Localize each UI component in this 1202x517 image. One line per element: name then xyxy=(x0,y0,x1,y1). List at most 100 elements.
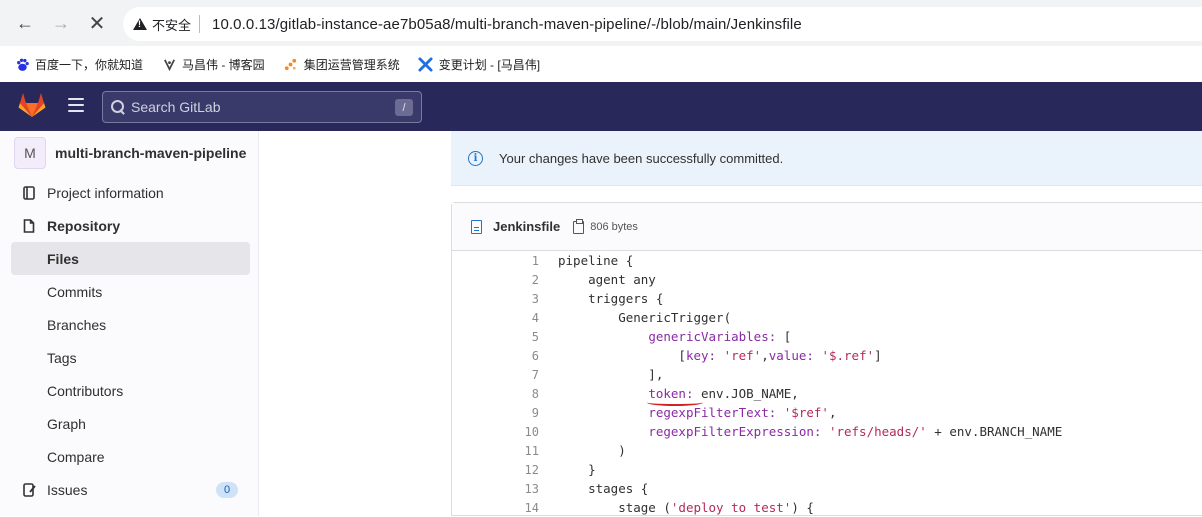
line-number[interactable]: 6 xyxy=(452,349,539,363)
line-number[interactable]: 10 xyxy=(452,425,539,439)
address-bar[interactable]: 不安全 10.0.0.13/gitlab-instance-ae7b05a8/m… xyxy=(123,7,1202,41)
sidebar-item-label: Issues xyxy=(47,481,88,498)
sidebar-item-branches[interactable]: Branches xyxy=(11,308,250,341)
code-line: 1 pipeline { xyxy=(452,251,1202,270)
line-number[interactable]: 9 xyxy=(452,406,539,420)
code-line: 13 stages { xyxy=(452,479,1202,498)
sidebar-item-repository[interactable]: Repository xyxy=(11,209,250,242)
security-label: 不安全 xyxy=(152,17,192,33)
code-text: } xyxy=(558,462,596,477)
gitlab-header: Search GitLab / xyxy=(0,82,1202,131)
sidebar-item-files[interactable]: Files xyxy=(11,242,250,275)
sidebar-item-label: Graph xyxy=(47,415,86,432)
bookmark-cnblogs[interactable]: 马昌伟 - 博客园 xyxy=(161,56,265,73)
doc-icon xyxy=(11,218,47,233)
code-line: 2 agent any xyxy=(452,270,1202,289)
copy-icon[interactable] xyxy=(572,219,586,234)
code-text: genericVariables: [ xyxy=(648,329,792,344)
file-viewer: Jenkinsfile 806 bytes 1 pipeline { 2 agen… xyxy=(451,202,1202,516)
warning-triangle-icon xyxy=(133,18,147,30)
sidebar-item-label: Compare xyxy=(47,448,105,465)
line-number[interactable]: 5 xyxy=(452,330,539,344)
line-number[interactable]: 8 xyxy=(452,387,539,401)
url-divider xyxy=(199,15,201,33)
project-avatar: M xyxy=(14,137,46,169)
info-icon: i xyxy=(468,150,483,166)
line-number[interactable]: 11 xyxy=(452,444,539,458)
sidebar-item-tags[interactable]: Tags xyxy=(11,341,250,374)
line-number[interactable]: 3 xyxy=(452,292,539,306)
cnblogs-icon xyxy=(161,56,177,72)
menu-icon[interactable] xyxy=(68,98,84,112)
browser-toolbar: ← → ✕ 不安全 10.0.0.13/gitlab-instance-ae7b… xyxy=(0,0,1202,46)
issues-icon xyxy=(11,482,47,497)
bookmark-label: 百度一下，你就知道 xyxy=(35,57,144,72)
code-text: pipeline { xyxy=(558,253,634,268)
dots-logo-icon xyxy=(283,56,299,72)
stop-loading-icon[interactable]: ✕ xyxy=(82,8,112,38)
commit-success-alert: i Your changes have been successfully co… xyxy=(451,131,1202,186)
search-shortcut-hint: / xyxy=(395,99,413,116)
code-text: [key: 'ref',value: '$.ref'] xyxy=(558,348,882,363)
bookmark-change-plan[interactable]: 变更计划 - [马昌伟] xyxy=(418,56,540,73)
forward-arrow-icon[interactable]: → xyxy=(46,8,76,38)
line-number[interactable]: 14 xyxy=(452,501,539,515)
file-size: 806 bytes xyxy=(590,220,638,233)
file-icon xyxy=(471,219,482,234)
sidebar-item-label: Project information xyxy=(47,184,164,201)
issues-count-badge: 0 xyxy=(216,482,238,498)
code-line: 11 ) xyxy=(452,441,1202,460)
sidebar-item-compare[interactable]: Compare xyxy=(11,440,250,473)
code-line: 10 regexpFilterExpression: 'refs/heads/'… xyxy=(452,422,1202,441)
url-text[interactable]: 10.0.0.13/gitlab-instance-ae7b05a8/multi… xyxy=(212,16,802,33)
code-view: 1 pipeline { 2 agent any 3 triggers { 4 G… xyxy=(452,251,1202,517)
file-name: Jenkinsfile xyxy=(493,219,561,234)
code-line: 6 [key: 'ref',value: '$.ref'] xyxy=(452,346,1202,365)
sidebar-item-label: Tags xyxy=(47,349,77,366)
line-number[interactable]: 7 xyxy=(452,368,539,382)
search-icon xyxy=(111,100,125,114)
baidu-paw-icon xyxy=(14,56,30,72)
bookmark-baidu[interactable]: 百度一下，你就知道 xyxy=(14,56,143,73)
line-number[interactable]: 13 xyxy=(452,482,539,496)
code-text: agent any xyxy=(558,272,656,287)
back-arrow-icon[interactable]: ← xyxy=(10,8,40,38)
book-icon xyxy=(11,185,47,200)
code-text: GenericTrigger( xyxy=(558,310,732,325)
line-number[interactable]: 2 xyxy=(452,273,539,287)
gitlab-logo-icon[interactable] xyxy=(18,92,46,118)
sidebar-item-issues[interactable]: Issues 0 xyxy=(11,473,250,506)
code-line: 7 ], xyxy=(452,365,1202,384)
code-line: 4 GenericTrigger( xyxy=(452,308,1202,327)
project-header[interactable]: M multi-branch-maven-pipeline xyxy=(14,137,246,169)
code-text: stage ('deploy to test') { xyxy=(558,500,814,515)
bookmark-label: 集团运营管理系统 xyxy=(303,57,400,72)
line-number[interactable]: 1 xyxy=(452,254,539,268)
security-indicator[interactable]: 不安全 xyxy=(133,15,191,34)
sidebar-nav: Project information Repository Files Com… xyxy=(11,176,250,506)
sidebar-item-label: Repository xyxy=(47,217,121,234)
sidebar-item-commits[interactable]: Commits xyxy=(11,275,250,308)
line-number[interactable]: 12 xyxy=(452,463,539,477)
sidebar-item-label: Files xyxy=(47,250,79,267)
sidebar-item-label: Contributors xyxy=(47,382,124,399)
code-line: 9 regexpFilterText: '$ref', xyxy=(452,403,1202,422)
search-input[interactable]: Search GitLab / xyxy=(102,91,422,123)
file-header: Jenkinsfile 806 bytes xyxy=(452,203,1202,251)
project-sidebar: M multi-branch-maven-pipeline Project in… xyxy=(0,131,259,516)
x-logo-icon xyxy=(418,56,434,72)
code-line: 5 genericVariables: [ xyxy=(452,327,1202,346)
token-underline-annotation: token: xyxy=(648,386,694,401)
code-text: regexpFilterExpression: 'refs/heads/' + … xyxy=(648,424,1063,439)
sidebar-item-project-information[interactable]: Project information xyxy=(11,176,250,209)
bookmarks-bar: 百度一下，你就知道 马昌伟 - 博客园 集团运营管理系统 变更计划 - [马昌伟… xyxy=(0,46,1202,82)
sidebar-item-contributors[interactable]: Contributors xyxy=(11,374,250,407)
code-line: 8 token: env.JOB_NAME, xyxy=(452,384,1202,403)
code-line: 12 } xyxy=(452,460,1202,479)
code-line: 14 stage ('deploy to test') { xyxy=(452,498,1202,517)
sidebar-item-label: Commits xyxy=(47,283,103,300)
sidebar-item-graph[interactable]: Graph xyxy=(11,407,250,440)
line-number[interactable]: 4 xyxy=(452,311,539,325)
alert-message: Your changes have been successfully comm… xyxy=(499,150,784,166)
bookmark-ops-system[interactable]: 集团运营管理系统 xyxy=(283,56,400,73)
